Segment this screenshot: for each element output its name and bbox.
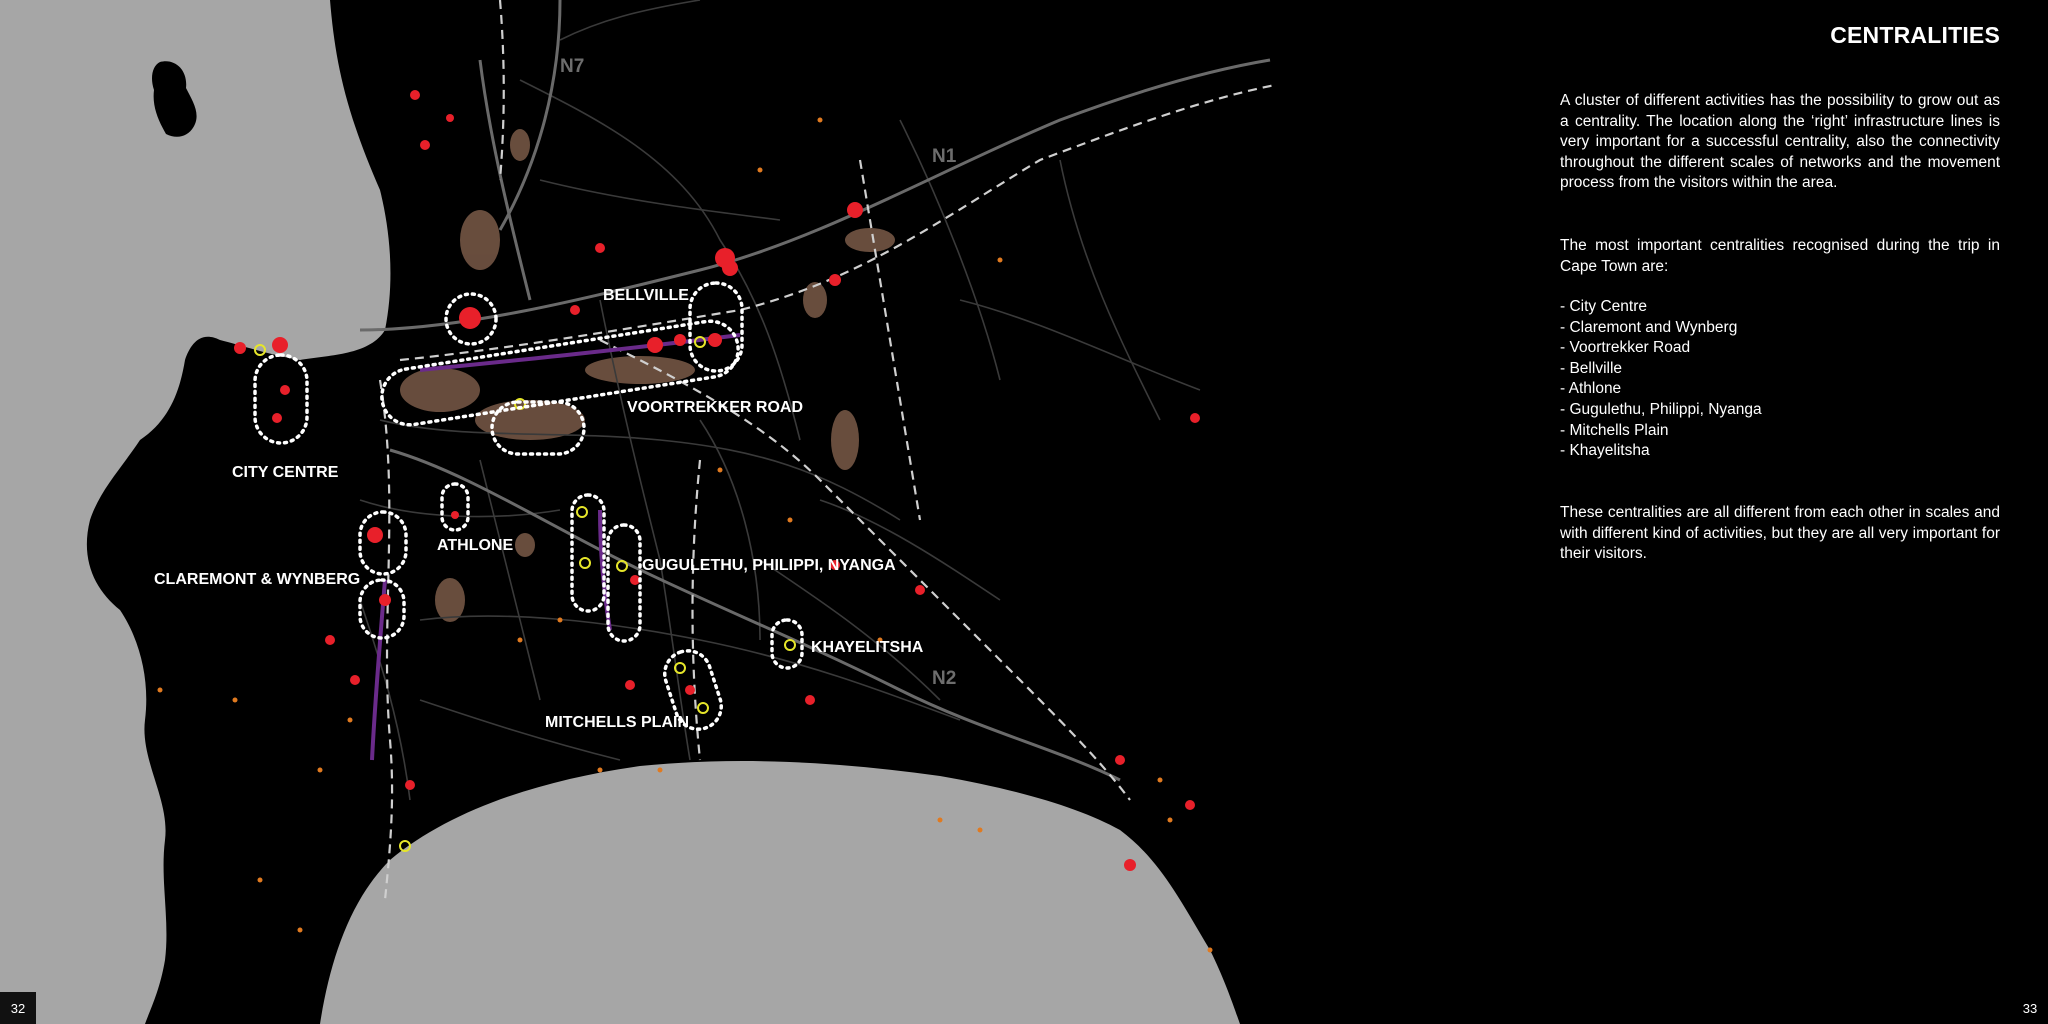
road-label-n2: N2 [932, 668, 956, 689]
road-label-n1: N1 [932, 146, 957, 167]
label-gugulethu-philippi-nyanga: GUGULETHU, PHILIPPI, NYANGA [642, 557, 896, 574]
label-claremont-wynberg: CLAREMONT & WYNBERG [154, 571, 360, 588]
label-mitchells-plain: MITCHELLS PLAIN [545, 714, 689, 731]
list-item: - City Centre [1560, 298, 1647, 315]
label-athlone: ATHLONE [437, 537, 513, 554]
list-item: - Voortrekker Road [1560, 339, 1691, 357]
page-title: CENTRALITIES [1830, 22, 2000, 48]
list-item: - Bellville [1560, 359, 1623, 377]
label-bellville: BELLVILLE [603, 287, 689, 304]
page-number-left: 32 [0, 992, 36, 1024]
list-item: - Athlone [1560, 380, 1622, 398]
map-canvas: N7 N1 N2 BELLVILLE VOORTREKKER ROAD CITY… [0, 0, 1280, 1024]
list-item: - Mitchells Plain [1560, 421, 1669, 439]
text-panel: CENTRALITIES A cluster of different acti… [1560, 0, 2000, 1024]
centrality-list: - City Centre - Claremont and Wynberg - … [1560, 297, 1762, 462]
label-city-centre: CITY CENTRE [232, 464, 339, 481]
closing-paragraph: These centralities are all different fro… [1560, 504, 2000, 562]
label-voortrekker-road: VOORTREKKER ROAD [627, 399, 803, 416]
centralities-intro-paragraph: The most important centralities recognis… [1560, 237, 2000, 275]
list-item: - Gugulethu, Philippi, Nyanga [1560, 400, 1762, 418]
label-khayelitsha: KHAYELITSHA [811, 639, 924, 656]
list-item: - Khayelitsha [1560, 442, 1650, 460]
intro-paragraph: A cluster of different activities has th… [1560, 92, 2000, 191]
page-number-right: 33 [2022, 1000, 2038, 1016]
list-item: - Claremont and Wynberg [1560, 318, 1738, 336]
cape-town-map: N7 N1 N2 BELLVILLE VOORTREKKER ROAD CITY… [0, 0, 1280, 1024]
road-label-n7: N7 [560, 56, 584, 77]
